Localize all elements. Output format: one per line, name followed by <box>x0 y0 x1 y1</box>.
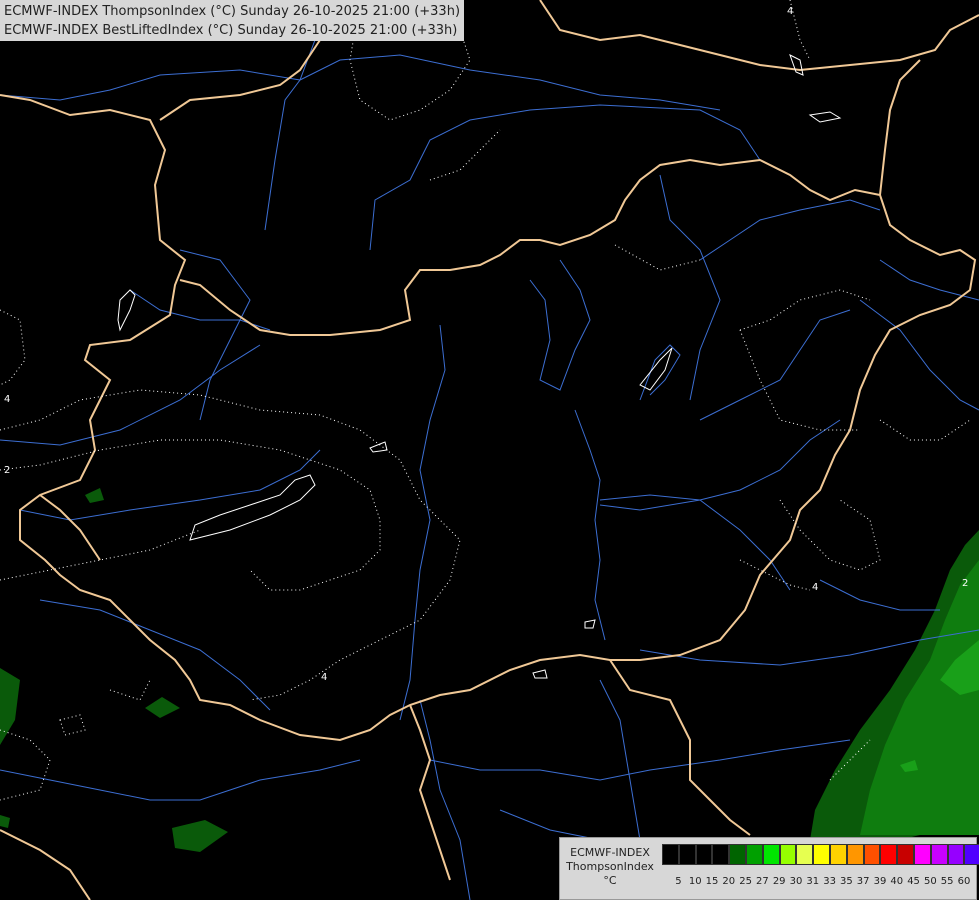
legend-tick-label: 55 <box>940 876 954 887</box>
legend-swatch <box>745 844 763 865</box>
legend-swatch <box>964 844 979 865</box>
legend-swatch <box>947 844 965 865</box>
legend-swatch <box>779 844 797 865</box>
legend-title-unit: °C <box>603 874 617 887</box>
legend-tick-spacer <box>662 876 670 887</box>
legend-swatch <box>846 844 864 865</box>
contour-label: 4 <box>787 6 793 17</box>
legend-tick-label: 5 <box>675 876 682 887</box>
legend-swatch <box>829 844 847 865</box>
contour-label: 4 <box>4 394 10 405</box>
legend-tick-label: 27 <box>756 876 769 887</box>
legend-tick-label: 29 <box>772 876 786 887</box>
legend-swatch <box>712 844 730 865</box>
legend-tick-label: 10 <box>688 876 702 887</box>
legend-swatch <box>796 844 814 865</box>
legend-swatch <box>897 844 914 865</box>
color-legend: ECMWF-INDEX ThompsonIndex °C 5 10 15 20 25 27… <box>559 837 979 900</box>
legend-swatch <box>863 844 881 865</box>
legend-swatches <box>662 844 979 865</box>
legend-title-param: ThompsonIndex <box>566 860 654 873</box>
map-title-box: ECMWF-INDEX ThompsonIndex (°C) Sunday 26… <box>0 0 465 41</box>
legend-swatch <box>813 844 830 865</box>
legend-title-model: ECMWF-INDEX <box>570 846 650 859</box>
legend-tick-label: 31 <box>806 876 820 887</box>
contour-label: 4 <box>321 672 327 683</box>
map-title-thompson: ECMWF-INDEX ThompsonIndex (°C) Sunday 26… <box>4 4 461 19</box>
legend-swatch <box>913 844 931 865</box>
legend-swatch <box>662 844 679 865</box>
legend-swatch <box>695 844 713 865</box>
legend-tick-label: 37 <box>856 876 870 887</box>
legend-swatch <box>678 844 696 865</box>
legend-tick-label: 60 <box>957 876 971 887</box>
legend-tick-label: 25 <box>739 876 752 887</box>
legend-tick-label: 40 <box>890 876 904 887</box>
map-canvas: 4 2 4 4 4 2 <box>0 0 979 900</box>
contour-label: 2 <box>4 465 10 476</box>
contour-label: 2 <box>962 578 968 589</box>
legend-tick-label: 39 <box>873 876 887 887</box>
legend-swatch <box>762 844 780 865</box>
legend-tick-label: 15 <box>705 876 719 887</box>
legend-tick-label: 33 <box>823 876 836 887</box>
legend-swatch <box>729 844 746 865</box>
map-title-bestlifted: ECMWF-INDEX BestLiftedIndex (°C) Sunday … <box>4 23 458 38</box>
legend-tick-label: 30 <box>789 876 803 887</box>
legend-swatch <box>930 844 948 865</box>
legend-tick-label: 45 <box>907 876 920 887</box>
contour-label: 4 <box>812 582 818 593</box>
legend-title: ECMWF-INDEX ThompsonIndex °C <box>564 846 656 888</box>
legend-tick-label: 35 <box>840 876 853 887</box>
legend-tick-label: 20 <box>722 876 736 887</box>
legend-tick-label: 50 <box>923 876 937 887</box>
legend-ticks: 5 10 15 20 25 27 29 30 31 33 35 37 39 40 45 50 55 60 <box>662 876 972 887</box>
legend-swatch <box>880 844 898 865</box>
